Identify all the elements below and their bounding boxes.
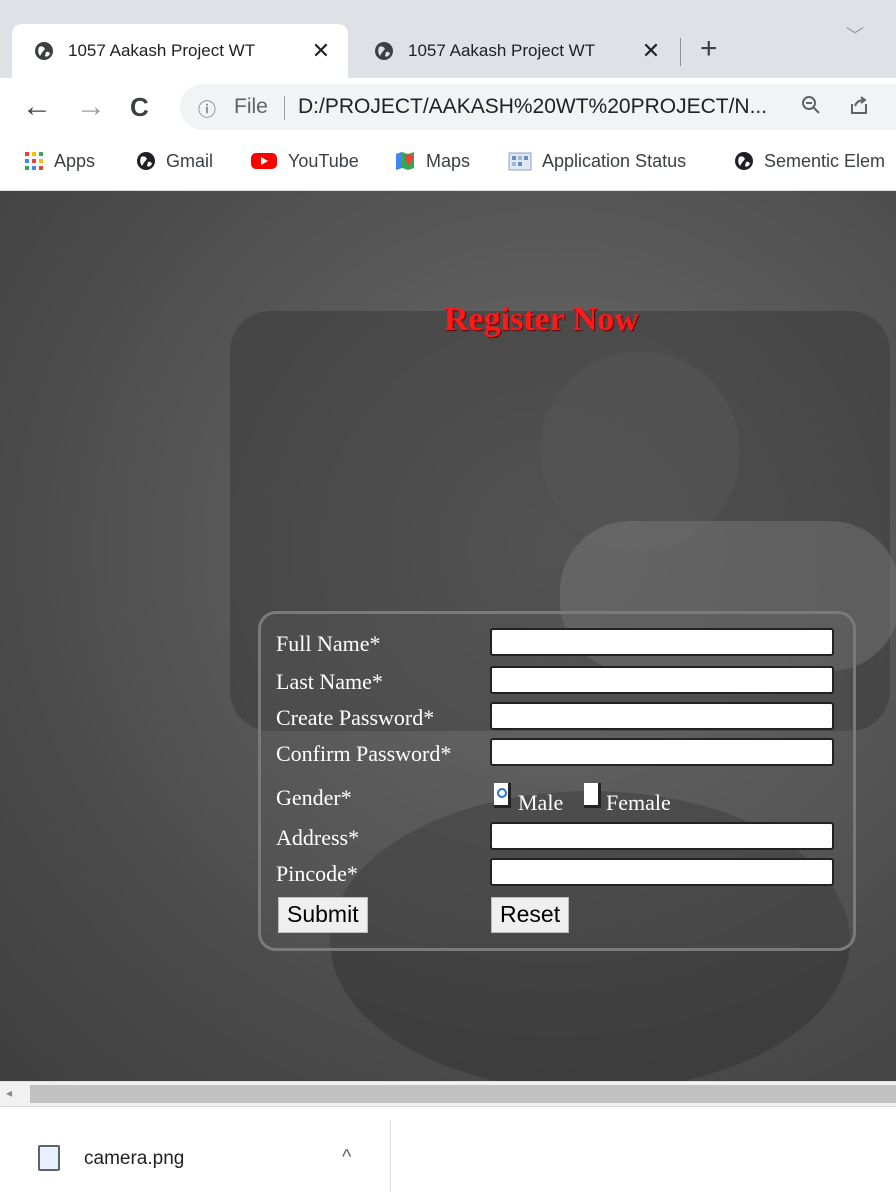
bookmark-youtube[interactable]: YouTube	[250, 148, 359, 174]
bookmark-label: Gmail	[166, 150, 214, 171]
download-file-name[interactable]: camera.png	[84, 1148, 184, 1170]
gender-female-radio[interactable]	[584, 783, 601, 808]
bookmark-apps[interactable]: Apps	[24, 148, 95, 174]
confirm-password-field[interactable]	[490, 738, 834, 766]
back-button[interactable]: ←	[22, 90, 52, 124]
gender-female-label: Female	[606, 790, 671, 815]
last-name-label: Last Name*	[276, 669, 383, 694]
globe-icon	[35, 42, 53, 60]
youtube-icon	[251, 153, 277, 169]
gender-male-label: Male	[518, 790, 564, 815]
bookmark-label: Application Status	[542, 150, 687, 171]
zoom-icon[interactable]	[800, 94, 822, 122]
reset-button[interactable]: Reset	[491, 897, 570, 933]
tab-separator	[680, 38, 681, 66]
tab-title: 1057 Aakash Project WT	[408, 41, 596, 60]
submit-button[interactable]: Submit	[278, 897, 368, 933]
bookmark-application-status[interactable]: Application Status	[508, 148, 686, 174]
scheme-label: File	[234, 95, 268, 118]
bookmark-gmail[interactable]: Gmail	[136, 148, 213, 174]
forward-button[interactable]: →	[76, 90, 106, 124]
bookmark-label: Sementic Elem	[764, 150, 886, 171]
bookmark-label: Maps	[426, 150, 471, 171]
maps-icon	[396, 152, 414, 170]
close-tab-icon[interactable]: ✕	[310, 38, 332, 64]
gender-male-radio[interactable]	[494, 783, 511, 808]
globe-icon	[735, 152, 753, 170]
page-viewport: Register Now Full Name* Last Name* Creat…	[0, 191, 896, 1081]
globe-icon	[375, 42, 393, 60]
pincode-field[interactable]	[490, 858, 834, 886]
full-name-label: Full Name*	[276, 631, 381, 656]
url-text[interactable]: D:/PROJECT/AAKASH%20WT%20PROJECT/N...	[298, 95, 767, 119]
new-tab-button[interactable]: +	[700, 34, 718, 64]
download-options-chevron-icon[interactable]: ^	[342, 1146, 351, 1169]
gender-label: Gender*	[276, 785, 352, 810]
bookmark-label: YouTube	[288, 150, 359, 171]
tab-title: 1057 Aakash Project WT	[68, 41, 256, 60]
app-status-icon	[508, 152, 532, 171]
address-field[interactable]	[490, 822, 834, 850]
confirm-password-label: Confirm Password*	[276, 741, 452, 766]
page-title: Register Now	[444, 301, 639, 338]
apps-grid-icon	[25, 152, 43, 170]
close-tab-icon[interactable]: ✕	[640, 38, 662, 64]
share-icon[interactable]	[848, 94, 870, 122]
radio-selected-dot	[497, 788, 507, 798]
scroll-left-arrow-icon[interactable]: ◂	[6, 1086, 12, 1100]
last-name-field[interactable]	[490, 666, 834, 694]
omnibox-divider	[284, 96, 285, 120]
tab-active[interactable]: 1057 Aakash Project WT ✕	[12, 24, 348, 78]
full-name-field[interactable]	[490, 628, 834, 656]
scrollbar-thumb[interactable]	[30, 1085, 896, 1103]
site-info-icon[interactable]: ⓘ	[198, 96, 216, 122]
reload-button[interactable]: C	[130, 90, 149, 124]
bookmark-sementic-elem[interactable]: Sementic Elem	[734, 148, 885, 174]
create-password-field[interactable]	[490, 702, 834, 730]
image-file-icon[interactable]	[38, 1145, 60, 1171]
download-item-divider	[390, 1120, 391, 1192]
bookmark-label: Apps	[54, 150, 96, 171]
pincode-label: Pincode*	[276, 861, 358, 886]
bookmark-maps[interactable]: Maps	[394, 148, 470, 174]
tab-search-chevron-icon[interactable]: ﹀	[846, 22, 864, 48]
globe-icon	[137, 152, 155, 170]
create-password-label: Create Password*	[276, 705, 435, 730]
tab-inactive[interactable]: 1057 Aakash Project WT ✕	[352, 24, 678, 78]
address-label: Address*	[276, 825, 360, 850]
